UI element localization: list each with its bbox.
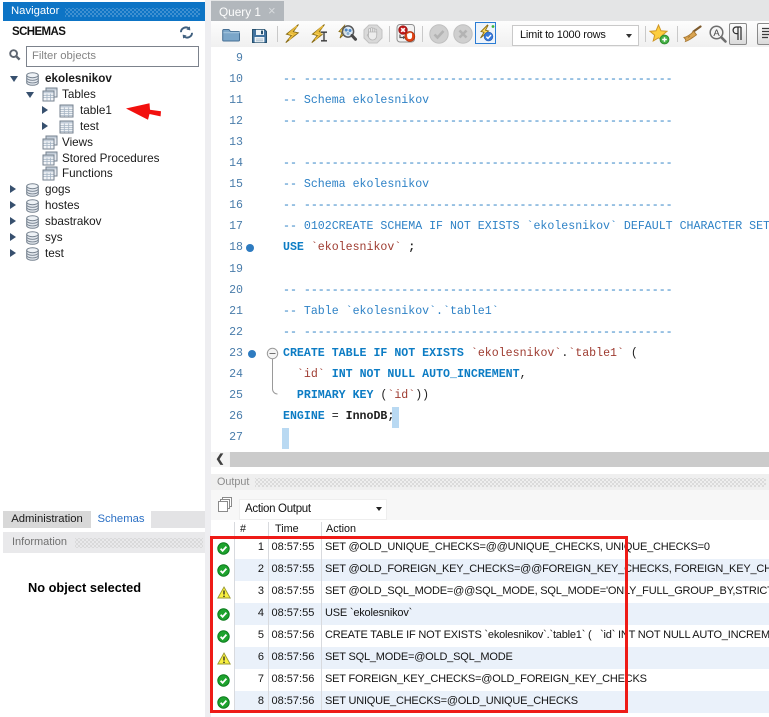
svg-text:A: A	[713, 28, 720, 39]
